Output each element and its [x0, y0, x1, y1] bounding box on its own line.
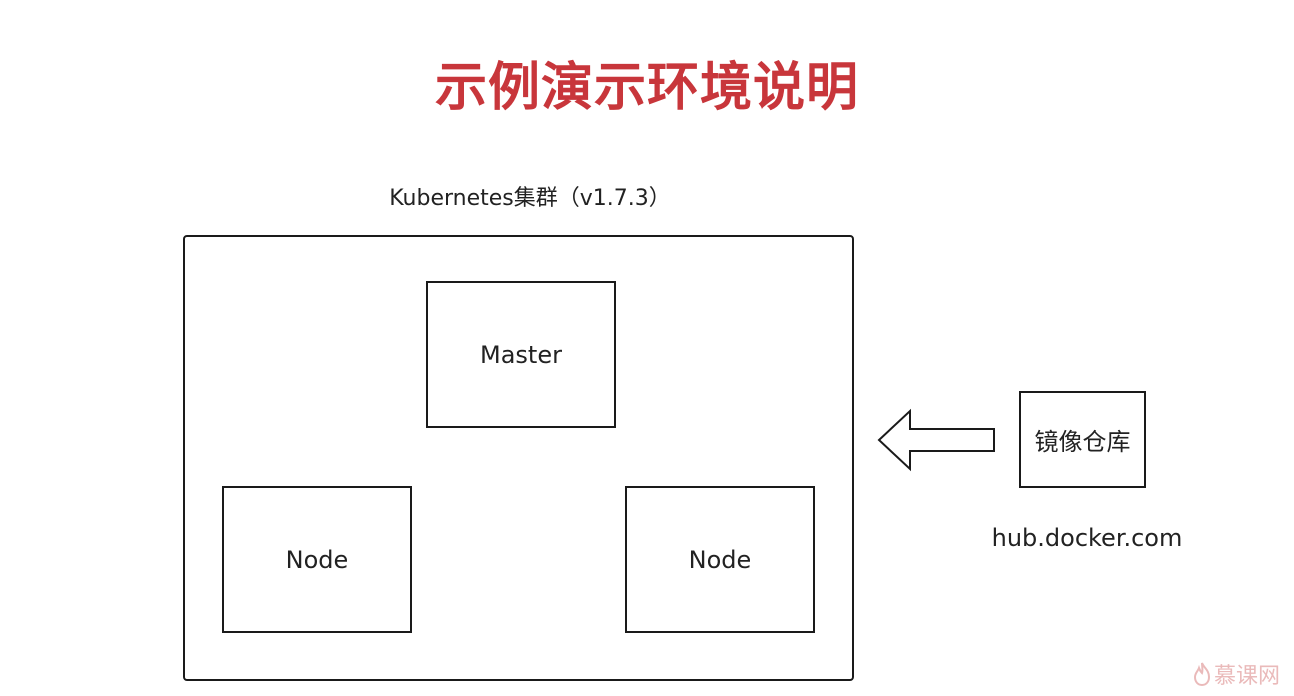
master-label: Master	[480, 340, 562, 369]
flame-icon	[1193, 662, 1210, 686]
node-box-right: Node	[625, 486, 815, 633]
registry-box: 镜像仓库	[1019, 391, 1146, 488]
slide: 示例演示环境说明 Kubernetes集群（v1.7.3） Master Nod…	[0, 0, 1294, 696]
watermark-text: 慕课网	[1213, 664, 1280, 689]
left-arrow-icon	[877, 408, 995, 472]
node-label-left: Node	[285, 545, 349, 574]
node-box-left: Node	[222, 486, 412, 633]
slide-title: 示例演示环境说明	[434, 58, 859, 118]
registry-label: 镜像仓库	[1034, 428, 1131, 456]
registry-url: hub.docker.com	[991, 524, 1183, 552]
cluster-label: Kubernetes集群（v1.7.3）	[389, 186, 671, 211]
watermark: 慕课网	[1192, 658, 1280, 690]
master-box: Master	[426, 281, 616, 428]
node-label-right: Node	[688, 545, 752, 574]
